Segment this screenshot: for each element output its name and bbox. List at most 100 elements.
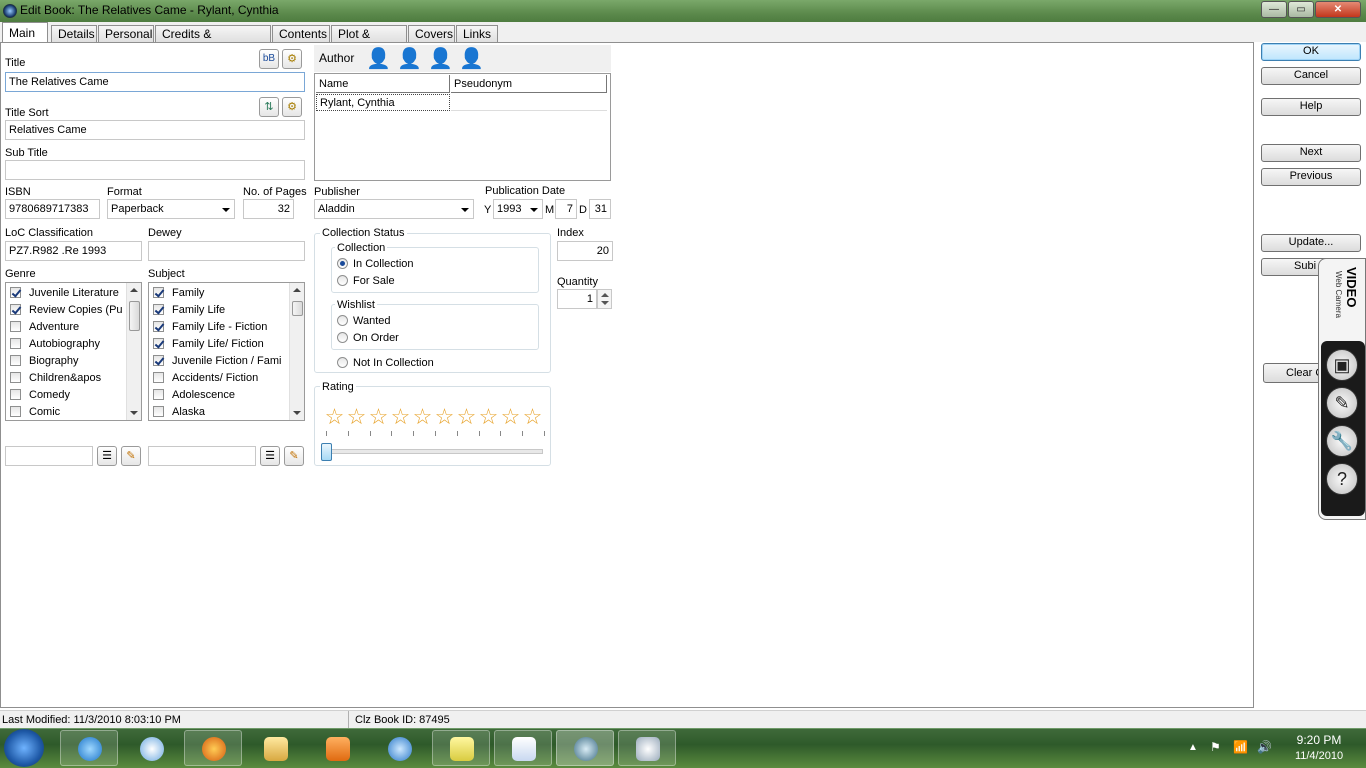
- tab-links[interactable]: Links: [456, 25, 498, 43]
- taskbar-book-collector[interactable]: [556, 730, 614, 766]
- isbn-input[interactable]: 9780689717383: [5, 199, 100, 219]
- radio-on-order[interactable]: On Order: [337, 332, 399, 344]
- radio[interactable]: [337, 315, 348, 326]
- genre-list[interactable]: Juvenile Literature Review Copies (Pu Ad…: [5, 282, 142, 421]
- star-icon[interactable]: ☆: [323, 404, 345, 430]
- list-item[interactable]: Family Life: [153, 302, 225, 319]
- maximize-button[interactable]: ▭: [1288, 1, 1314, 18]
- tray-network-icon[interactable]: 📶: [1233, 740, 1248, 754]
- checkbox[interactable]: [10, 372, 21, 383]
- subject-manage-button[interactable]: ☰: [260, 446, 280, 466]
- star-icon[interactable]: ☆: [521, 404, 543, 430]
- tab-contents[interactable]: Contents: [272, 25, 330, 43]
- taskbar-safari[interactable]: [122, 730, 180, 766]
- taskbar-media[interactable]: [308, 730, 366, 766]
- pub-month-input[interactable]: 7: [555, 199, 577, 219]
- tab-personal[interactable]: Personal: [98, 25, 154, 43]
- clock-time[interactable]: 9:20 PM: [1290, 733, 1348, 747]
- list-item[interactable]: Review Copies (Pu: [10, 302, 123, 319]
- add-author-icon[interactable]: 👤: [366, 46, 391, 71]
- rating-stars[interactable]: ☆ ☆ ☆ ☆ ☆ ☆ ☆ ☆ ☆ ☆: [323, 404, 548, 430]
- quantity-stepper[interactable]: [597, 289, 612, 309]
- radio[interactable]: [337, 332, 348, 343]
- next-button[interactable]: Next: [1261, 144, 1361, 162]
- help-button[interactable]: Help: [1261, 98, 1361, 116]
- pub-year-select[interactable]: 1993: [493, 199, 543, 219]
- list-item[interactable]: Family Life - Fiction: [153, 319, 267, 336]
- title-sort-input[interactable]: Relatives Came: [5, 120, 305, 140]
- rating-slider-thumb[interactable]: [321, 443, 332, 461]
- checkbox[interactable]: [10, 287, 21, 298]
- star-icon[interactable]: ☆: [477, 404, 499, 430]
- remove-author-icon[interactable]: 👤: [459, 46, 484, 71]
- video-webcam-panel[interactable]: VIDEO Web Camera ▣ ✎ 🔧 ?: [1318, 258, 1366, 520]
- radio[interactable]: [337, 357, 348, 368]
- checkbox[interactable]: [153, 338, 164, 349]
- edit-author-icon[interactable]: 👤: [428, 46, 453, 71]
- checkbox[interactable]: [153, 355, 164, 366]
- star-icon[interactable]: ☆: [433, 404, 455, 430]
- quantity-input[interactable]: 1: [557, 289, 597, 309]
- tab-plot-notes[interactable]: Plot & Notes: [331, 25, 407, 57]
- lookup-title-button[interactable]: ⚙: [282, 49, 302, 69]
- genre-edit-button[interactable]: ✎: [121, 446, 141, 466]
- radio-wanted[interactable]: Wanted: [337, 315, 391, 327]
- star-icon[interactable]: ☆: [345, 404, 367, 430]
- taskbar-firefox[interactable]: [184, 730, 242, 766]
- sub-title-input[interactable]: [5, 160, 305, 180]
- genre-scrollbar[interactable]: [126, 283, 141, 420]
- genre-add-input[interactable]: [5, 446, 93, 466]
- start-button[interactable]: [4, 729, 44, 767]
- ok-button[interactable]: OK: [1261, 43, 1361, 61]
- genre-manage-button[interactable]: ☰: [97, 446, 117, 466]
- clock-date[interactable]: 11/4/2010: [1290, 750, 1348, 762]
- publisher-select[interactable]: Aladdin: [314, 199, 474, 219]
- radio[interactable]: [337, 258, 348, 269]
- dewey-input[interactable]: [148, 241, 305, 261]
- radio-for-sale[interactable]: For Sale: [337, 275, 395, 287]
- checkbox[interactable]: [10, 338, 21, 349]
- lookup-title-sort-button[interactable]: ⚙: [282, 97, 302, 117]
- subject-add-input[interactable]: [148, 446, 256, 466]
- edit-icon[interactable]: ✎: [1326, 387, 1358, 419]
- taskbar-paint[interactable]: [618, 730, 676, 766]
- star-icon[interactable]: ☆: [455, 404, 477, 430]
- subject-list[interactable]: Family Family Life Family Life - Fiction…: [148, 282, 305, 421]
- loc-input[interactable]: PZ7.R982 .Re 1993: [5, 241, 142, 261]
- list-item[interactable]: Adolescence: [153, 387, 235, 404]
- checkbox[interactable]: [153, 406, 164, 417]
- tab-main[interactable]: Main: [2, 22, 48, 43]
- star-icon[interactable]: ☆: [367, 404, 389, 430]
- radio[interactable]: [337, 275, 348, 286]
- author-name-cell[interactable]: Rylant, Cynthia: [316, 94, 450, 111]
- tray-volume-icon[interactable]: 🔊: [1257, 740, 1272, 754]
- checkbox[interactable]: [153, 304, 164, 315]
- list-item[interactable]: Juvenile Fiction / Fami: [153, 353, 281, 370]
- tray-flag-icon[interactable]: ⚑: [1210, 740, 1221, 754]
- cancel-button[interactable]: Cancel: [1261, 67, 1361, 85]
- subject-scrollbar[interactable]: [289, 283, 304, 420]
- taskbar-explorer[interactable]: [246, 730, 304, 766]
- index-input[interactable]: 20: [557, 241, 613, 261]
- help-icon[interactable]: ?: [1326, 463, 1358, 495]
- list-item[interactable]: Adventure: [10, 319, 79, 336]
- taskbar-ie[interactable]: [60, 730, 118, 766]
- update-button[interactable]: Update...: [1261, 234, 1361, 252]
- tab-credits-characters[interactable]: Credits & Characters: [155, 25, 271, 57]
- case-toggle-button[interactable]: bB: [259, 49, 279, 69]
- checkbox[interactable]: [153, 389, 164, 400]
- rating-slider-track[interactable]: [326, 449, 543, 454]
- column-header-name[interactable]: Name: [316, 75, 450, 93]
- checkbox[interactable]: [10, 321, 21, 332]
- radio-not-in-collection[interactable]: Not In Collection: [337, 357, 434, 369]
- sort-order-button[interactable]: ⇅: [259, 97, 279, 117]
- checkbox[interactable]: [153, 372, 164, 383]
- tab-details[interactable]: Details: [51, 25, 97, 43]
- tab-covers[interactable]: Covers: [408, 25, 455, 43]
- title-input[interactable]: The Relatives Came: [5, 72, 305, 92]
- pages-input[interactable]: 32: [243, 199, 294, 219]
- checkbox[interactable]: [153, 321, 164, 332]
- taskbar-notes[interactable]: [432, 730, 490, 766]
- list-item[interactable]: Juvenile Literature: [10, 285, 119, 302]
- minimize-button[interactable]: —: [1261, 1, 1287, 18]
